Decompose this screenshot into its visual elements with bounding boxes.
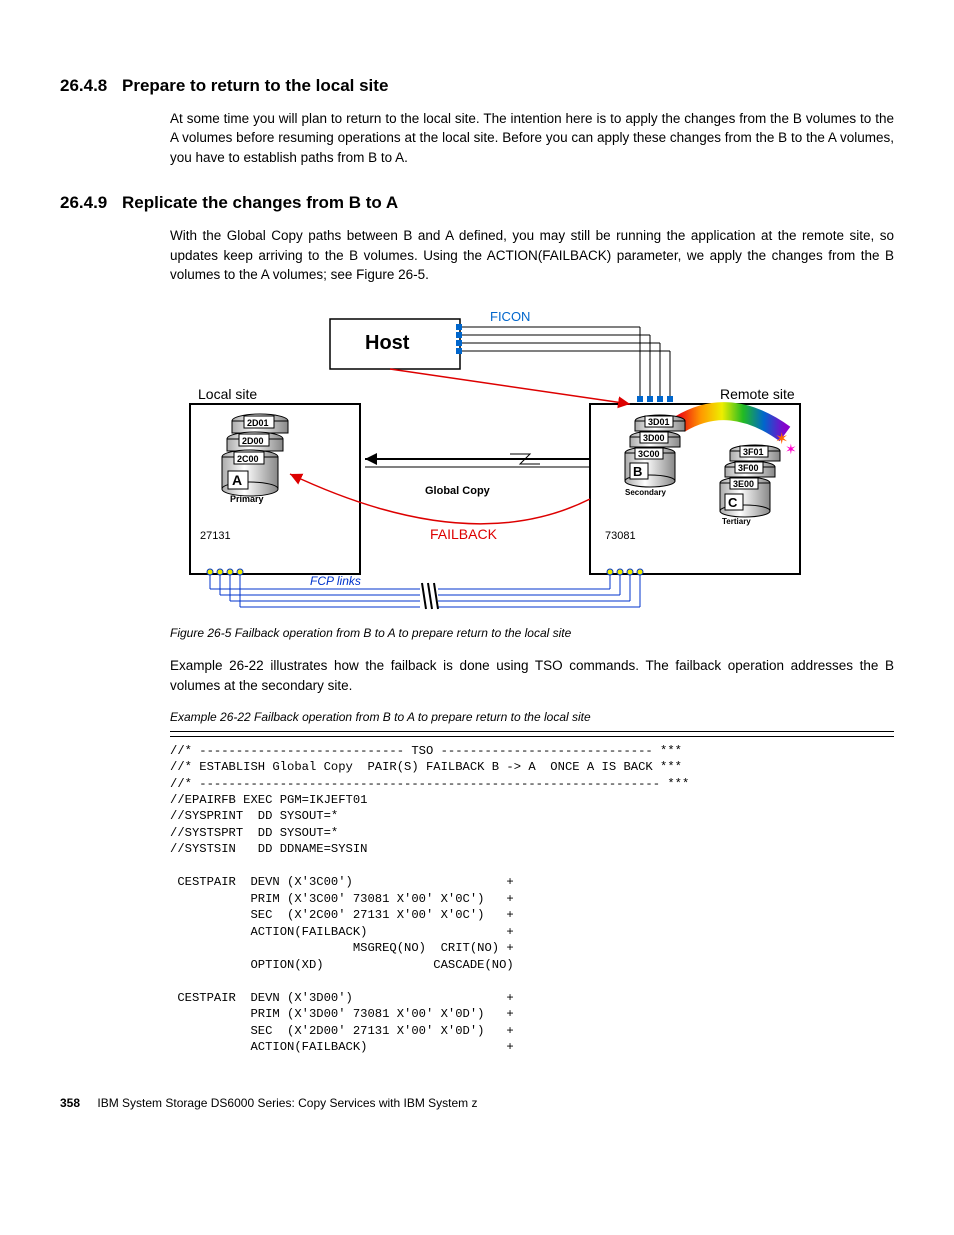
svg-text:3C00: 3C00 bbox=[638, 449, 660, 459]
section2-para: With the Global Copy paths between B and… bbox=[60, 226, 894, 285]
ficon-label: FICON bbox=[490, 309, 530, 324]
local-site-label: Local site bbox=[198, 386, 257, 402]
vol-3f00: 3F00 bbox=[725, 461, 775, 477]
svg-text:Tertiary: Tertiary bbox=[722, 517, 751, 526]
section-number: 26.4.9 bbox=[60, 191, 107, 216]
fcp-links-label: FCP links bbox=[310, 574, 361, 588]
svg-text:A: A bbox=[232, 472, 242, 488]
vol-2d00: 2D00 bbox=[227, 432, 283, 451]
svg-text:B: B bbox=[633, 464, 642, 479]
host-label: Host bbox=[365, 332, 410, 354]
remote-num: 73081 bbox=[605, 530, 636, 542]
svg-text:Primary: Primary bbox=[230, 494, 264, 504]
section-title: Prepare to return to the local site bbox=[122, 76, 388, 95]
svg-text:3D01: 3D01 bbox=[648, 417, 670, 427]
figure-26-5: Host FICON Local site 2D01 2D00 2C00 A P… bbox=[170, 299, 810, 619]
svg-text:2D01: 2D01 bbox=[247, 418, 269, 428]
svg-text:2D00: 2D00 bbox=[242, 436, 264, 446]
vol-3f01: 3F01 bbox=[730, 445, 780, 461]
section-heading-2648: 26.4.8 Prepare to return to the local si… bbox=[60, 74, 894, 99]
global-copy-label: Global Copy bbox=[425, 485, 491, 497]
svg-text:3F00: 3F00 bbox=[738, 463, 759, 473]
vol-3d01: 3D01 bbox=[635, 415, 685, 431]
failback-label: FAILBACK bbox=[430, 526, 498, 542]
section-heading-2649: 26.4.9 Replicate the changes from B to A bbox=[60, 191, 894, 216]
code-block: //* ---------------------------- TSO ---… bbox=[170, 736, 894, 1056]
section-number: 26.4.8 bbox=[60, 74, 107, 99]
para-after-figure: Example 26-22 illustrates how the failba… bbox=[60, 656, 894, 695]
figure-caption: Figure 26-5 Failback operation from B to… bbox=[170, 625, 894, 642]
section-title: Replicate the changes from B to A bbox=[122, 193, 398, 212]
svg-text:3F01: 3F01 bbox=[743, 447, 764, 457]
vol-2d01: 2D01 bbox=[232, 414, 288, 433]
example-caption: Example 26-22 Failback operation from B … bbox=[170, 709, 894, 731]
vol-3d00: 3D00 bbox=[630, 431, 680, 447]
remote-site-label: Remote site bbox=[720, 386, 795, 402]
page-number: 358 bbox=[60, 1096, 80, 1110]
svg-text:3E00: 3E00 bbox=[733, 479, 754, 489]
svg-text:3D00: 3D00 bbox=[643, 433, 665, 443]
svg-text:Secondary: Secondary bbox=[625, 488, 666, 497]
svg-text:2C00: 2C00 bbox=[237, 454, 259, 464]
page-footer: 358 IBM System Storage DS6000 Series: Co… bbox=[60, 1095, 894, 1112]
svg-text:C: C bbox=[728, 495, 738, 510]
section1-para: At some time you will plan to return to … bbox=[60, 109, 894, 168]
local-num: 27131 bbox=[200, 530, 231, 542]
svg-text:✶: ✶ bbox=[785, 441, 797, 457]
book-title: IBM System Storage DS6000 Series: Copy S… bbox=[97, 1096, 477, 1110]
